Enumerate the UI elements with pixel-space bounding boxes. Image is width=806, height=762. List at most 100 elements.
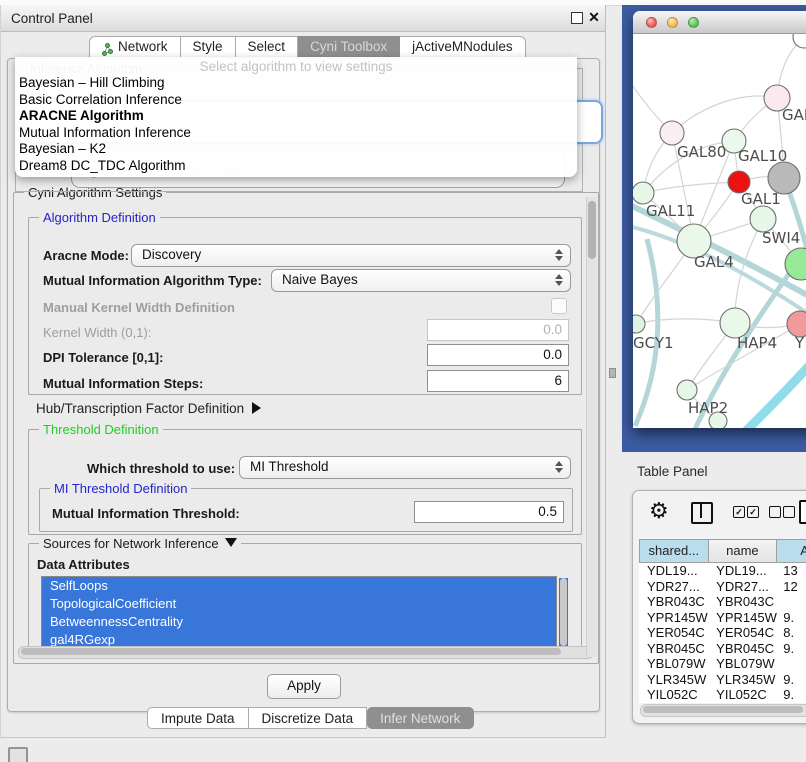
mi-threshold-value: 0.5 [538,504,557,519]
table-cell[interactable]: YBL079W [639,656,710,672]
which-threshold-combo[interactable]: MI Threshold [239,456,571,479]
aracne-mode-combo[interactable]: Discovery [131,244,571,267]
export-table-icon[interactable] [799,500,806,524]
panel-corner-icon[interactable] [8,747,28,762]
table-cell[interactable]: 9. [781,610,806,626]
split-columns-icon[interactable] [691,502,713,524]
zoom-button[interactable] [688,17,699,28]
tab-jactivemnodules[interactable]: jActiveMNodules [400,36,526,58]
table-cell[interactable]: YER054C [710,625,781,641]
table-cell[interactable]: 9. [781,641,806,657]
table-cell[interactable]: YDL19... [639,563,710,579]
settings-gear-icon[interactable]: ⚙ [649,498,669,524]
table-row[interactable]: YER054CYER054C8. [639,625,806,641]
deselect-all-checkbox-icon[interactable] [783,506,795,518]
table-cell[interactable]: 9. [781,687,806,703]
table-cell[interactable]: YBR043C [639,594,710,610]
table-horizontal-scrollbar[interactable] [640,704,806,717]
column-header-shared-name[interactable]: shared... [639,539,709,563]
table-row[interactable]: YBR045CYBR045C9. [639,641,806,657]
table-cell[interactable]: YBL079W [710,656,781,672]
panel-resize-handle[interactable] [609,368,616,378]
menu-item-dream8-dc-tdc-algorithm[interactable]: Dream8 DC_TDC Algorithm [15,158,577,175]
settings-vertical-scrollbar[interactable] [586,197,597,657]
mi-algorithm-type-label: Mutual Information Algorithm Type: [43,273,262,288]
menu-item-bayesian-k2[interactable]: Bayesian – K2 [15,141,577,158]
close-panel-icon[interactable]: ✕ [586,9,602,26]
table-cell[interactable] [781,594,806,610]
attribute-item-topologicalcoefficient[interactable]: TopologicalCoefficient [42,595,556,613]
table-cell[interactable]: YDL19... [710,563,781,579]
table-row[interactable]: YDL19...YDL19...13 [639,563,806,579]
network-window-titlebar[interactable] [633,11,806,34]
menu-item-basic-correlation-inference[interactable]: Basic Correlation Inference [15,92,577,109]
tab-style[interactable]: Style [181,36,236,58]
tab-cyni-toolbox[interactable]: Cyni Toolbox [298,36,400,58]
mi-algorithm-type-combo[interactable]: Naive Bayes [271,269,571,292]
column-header-name[interactable]: name [709,539,778,563]
minimize-button[interactable] [667,17,678,28]
column-header-partial[interactable]: A [777,539,806,563]
attribute-item-selfloops[interactable]: SelfLoops [42,577,556,595]
table-row[interactable]: YBR043CYBR043C [639,594,806,610]
table-cell[interactable]: 8. [781,625,806,641]
deselect-all-checkbox-icon[interactable] [769,506,781,518]
table-cell[interactable]: 9. [781,672,806,688]
table-row[interactable]: YDR27...YDR27...12 [639,579,806,595]
bottom-tab-discretize-data[interactable]: Discretize Data [249,707,368,729]
tab-network[interactable]: Network [89,36,181,58]
sources-group-title[interactable]: Sources for Network Inference [39,536,241,551]
algorithm-definition-title: Algorithm Definition [39,210,160,225]
node-label-gal: GAL [782,106,806,124]
table-cell[interactable]: YBR045C [710,641,781,657]
manual-kernel-width-checkbox[interactable] [551,298,567,314]
network-desktop: GALGAL80GAL10GAL1GAL11SWI4GAL4GCY1HAP4YH… [622,5,806,452]
attribute-item-betweennesscentrality[interactable]: BetweennessCentrality [42,613,556,631]
dpi-tolerance-field[interactable]: 0.0 [427,344,569,366]
menu-item-aracne-algorithm[interactable]: ARACNE Algorithm [15,108,577,125]
dpi-tolerance-value: 0.0 [543,347,562,362]
apply-button[interactable]: Apply [267,674,341,699]
table-cell[interactable]: 13 [781,563,806,579]
menu-item-mutual-information-inference[interactable]: Mutual Information Inference [15,125,577,142]
table-cell[interactable]: YBR045C [639,641,710,657]
menu-item-bayesian-hill-climbing[interactable]: Bayesian – Hill Climbing [15,75,577,92]
network-node-hap2[interactable] [677,380,697,400]
select-all-checkbox-icon[interactable]: ✓ [733,506,745,518]
select-all-checkbox-icon[interactable]: ✓ [747,506,759,518]
table-cell[interactable]: YER054C [639,625,710,641]
float-window-icon[interactable] [571,12,583,24]
table-cell[interactable] [781,656,806,672]
kernel-width-field[interactable]: 0.0 [427,319,569,341]
node-label-swi4: SWI4 [762,229,800,247]
bottom-tab-infer-network[interactable]: Infer Network [367,707,474,729]
close-button[interactable] [646,17,657,28]
table-cell[interactable]: 12 [781,579,806,595]
table-cell[interactable]: YBR043C [710,594,781,610]
network-node-gcy1[interactable] [633,315,645,333]
tab-select[interactable]: Select [236,36,299,58]
network-canvas[interactable]: GALGAL80GAL10GAL1GAL11SWI4GAL4GCY1HAP4YH… [633,34,806,428]
table-cell[interactable]: YPR145W [710,610,781,626]
table-row[interactable]: YLR345WYLR345W9. [639,672,806,688]
table-row[interactable]: YPR145WYPR145W9. [639,610,806,626]
table-row[interactable]: YBL079WYBL079W [639,656,806,672]
table-row[interactable]: YIL052CYIL052C9. [639,687,806,703]
bottom-tab-bar: Impute DataDiscretize DataInfer Network [147,707,474,729]
stepper-arrows-icon [555,249,563,261]
table-cell[interactable]: YLR345W [639,672,710,688]
settings-horizontal-scrollbar[interactable] [18,646,594,659]
table-cell[interactable]: YIL052C [639,687,710,703]
mi-steps-field[interactable]: 6 [427,370,569,392]
bottom-tab-impute-data[interactable]: Impute Data [147,707,249,729]
hub-definition-expander[interactable]: Hub/Transcription Factor Definition [36,401,261,416]
attributes-scrollbar[interactable] [559,578,568,648]
table-cell[interactable]: YIL052C [710,687,781,703]
table-cell[interactable]: YLR345W [710,672,781,688]
table-cell[interactable]: YPR145W [639,610,710,626]
table-cell[interactable]: YDR27... [710,579,781,595]
network-node-gal11[interactable] [633,182,654,204]
mi-threshold-field[interactable]: 0.5 [414,501,564,523]
network-node-pink-left[interactable] [660,121,684,145]
table-cell[interactable]: YDR27... [639,579,710,595]
